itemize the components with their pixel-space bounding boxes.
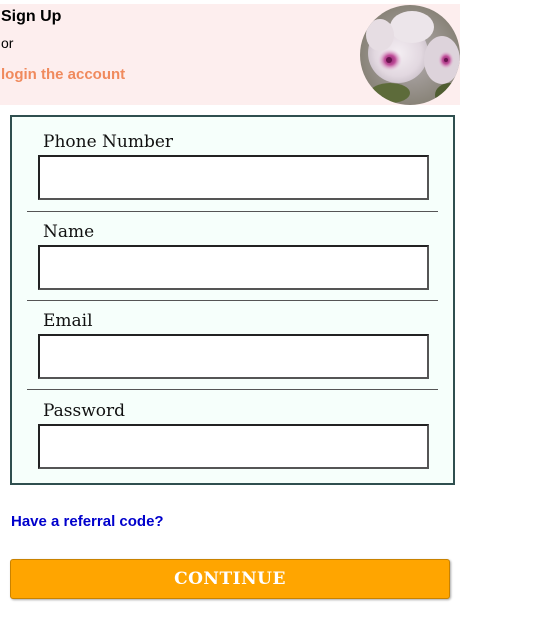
login-link[interactable]: login the account	[1, 66, 125, 83]
or-separator-text: or	[1, 35, 14, 51]
signup-form: Phone Number Name Email Password	[10, 115, 455, 485]
email-field-group: Email	[27, 308, 439, 379]
page-title: Sign Up	[1, 8, 62, 25]
password-field-group: Password	[27, 398, 439, 469]
continue-button[interactable]: CONTINUE	[10, 559, 450, 599]
referral-code-link[interactable]: Have a referral code?	[11, 513, 164, 530]
phone-number-input[interactable]	[38, 155, 429, 200]
signup-header: Sign Up or login the account	[0, 4, 460, 105]
phone-number-field-group: Phone Number	[27, 129, 439, 200]
field-divider	[27, 211, 438, 212]
password-label: Password	[43, 401, 126, 421]
name-field-group: Name	[27, 219, 439, 290]
email-label: Email	[43, 311, 93, 331]
password-input[interactable]	[38, 424, 429, 469]
email-input[interactable]	[38, 334, 429, 379]
flower-photo-icon	[360, 5, 460, 105]
phone-number-label: Phone Number	[43, 132, 174, 152]
name-label: Name	[43, 222, 95, 242]
name-input[interactable]	[38, 245, 429, 290]
field-divider	[27, 300, 438, 301]
field-divider	[27, 389, 438, 390]
